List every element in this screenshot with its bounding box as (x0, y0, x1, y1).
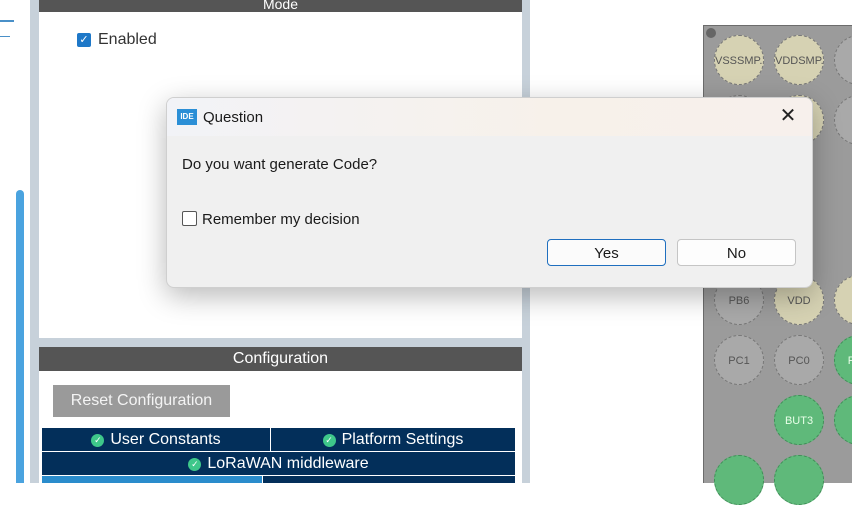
tree-connector (0, 36, 10, 37)
check-circle-icon: ✓ (91, 434, 105, 447)
dialog-message: Do you want generate Code? (182, 156, 378, 173)
pin[interactable]: VDDSMP... (774, 35, 824, 85)
pin[interactable]: PC1 (714, 335, 764, 385)
vertical-scrollbar[interactable] (16, 190, 24, 483)
close-icon[interactable]: ✕ (778, 106, 798, 126)
enabled-checkbox[interactable]: ✓ (77, 33, 91, 47)
pin[interactable]: BUT3 (774, 395, 824, 445)
tab-lorawan-middleware[interactable]: ✓ LoRaWAN middleware (42, 452, 515, 475)
tab-partial-left[interactable] (42, 476, 262, 483)
tab-user-constants[interactable]: ✓ User Constants (42, 428, 270, 451)
reset-configuration-button[interactable]: Reset Configuration (53, 385, 230, 417)
dialog-titlebar[interactable]: IDE Question ✕ (167, 98, 812, 136)
tab-partial-right[interactable] (263, 476, 515, 483)
ide-app-icon: IDE (177, 109, 197, 125)
check-circle-icon: ✓ (188, 458, 202, 471)
yes-button[interactable]: Yes (547, 239, 666, 266)
pin1-marker (706, 28, 716, 38)
tree-connector (0, 20, 14, 22)
dialog-title: Question (203, 109, 264, 126)
left-panel (0, 0, 30, 483)
no-button[interactable]: No (677, 239, 796, 266)
tab-label: Platform Settings (341, 431, 464, 448)
tab-label: User Constants (110, 431, 221, 448)
remember-decision-checkbox[interactable] (182, 211, 197, 226)
check-circle-icon: ✓ (322, 434, 336, 447)
configuration-header: Configuration (39, 347, 522, 371)
pin[interactable] (714, 455, 764, 505)
enabled-label: Enabled (98, 31, 157, 48)
remember-decision-label[interactable]: Remember my decision (202, 211, 360, 228)
pin[interactable]: VSSSMP... (714, 35, 764, 85)
pin[interactable] (774, 455, 824, 505)
pin[interactable]: PC0 (774, 335, 824, 385)
tab-label: LoRaWAN middleware (207, 455, 369, 472)
question-dialog: IDE Question ✕ Do you want generate Code… (166, 97, 813, 288)
mode-header: Mode (39, 0, 522, 12)
tab-platform-settings[interactable]: ✓ Platform Settings (271, 428, 515, 451)
